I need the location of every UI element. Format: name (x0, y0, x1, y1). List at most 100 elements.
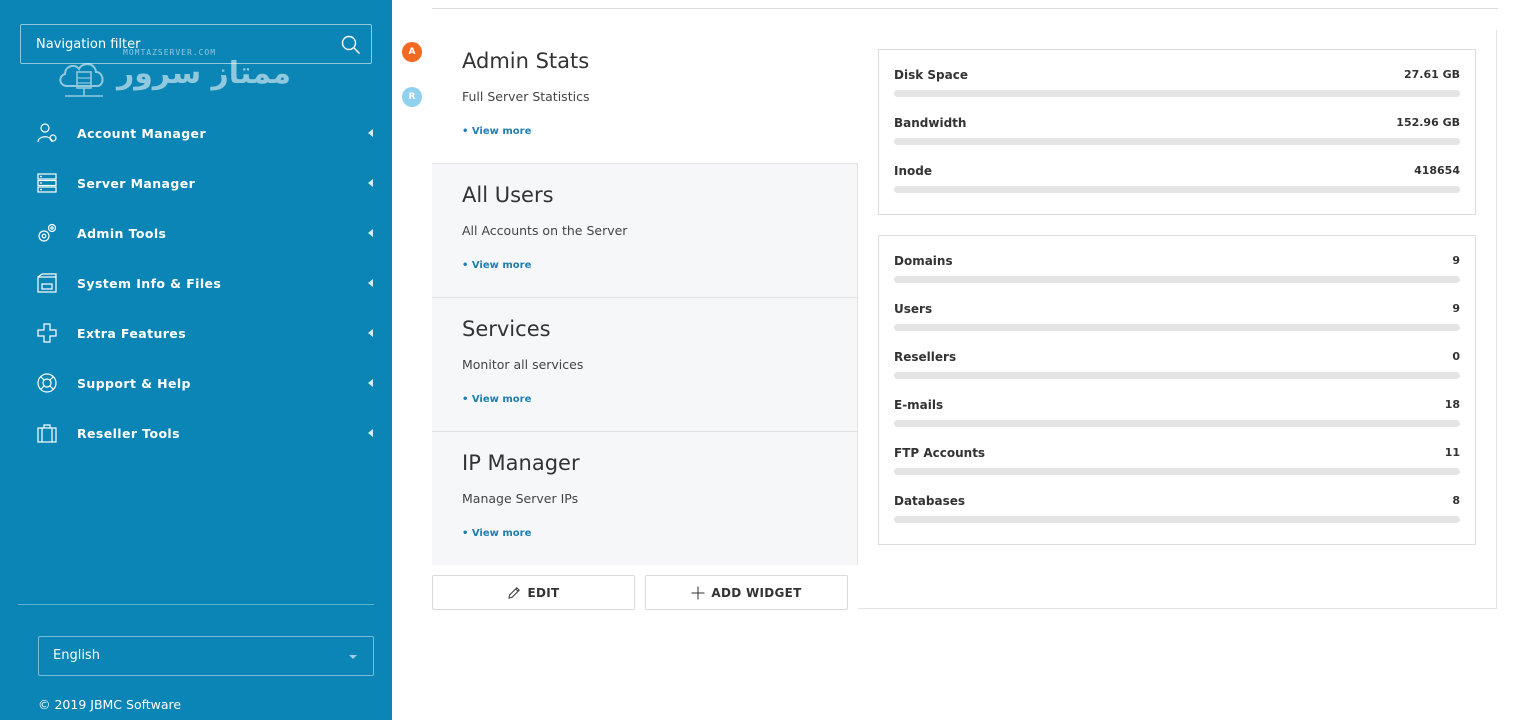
progress-bar (894, 516, 1460, 523)
plus-icon (37, 323, 57, 343)
caret-left-icon (368, 229, 373, 237)
stat-value-resellers: 0 (1452, 350, 1460, 363)
tab-all-users[interactable]: All Users All Accounts on the Server • V… (432, 164, 858, 298)
progress-bar (894, 90, 1460, 97)
sidebar-item-reseller-tools[interactable]: Reseller Tools (0, 408, 392, 458)
stat-value-disk-space: 27.61 GB (1403, 68, 1460, 81)
widget-tabs: Admin Stats Full Server Statistics • Vie… (432, 30, 858, 566)
tab-admin-stats[interactable]: Admin Stats Full Server Statistics • Vie… (432, 30, 858, 164)
stat-row: Bandwidth 152.96 GB (879, 98, 1475, 146)
sidebar-nav: Account Manager Server Manager Admin Too… (0, 108, 392, 458)
lifebuoy-icon (37, 373, 57, 393)
badge-admin[interactable]: A (402, 42, 422, 62)
progress-bar (894, 186, 1460, 193)
edit-button[interactable]: EDIT (432, 575, 635, 610)
caret-left-icon (368, 329, 373, 337)
sidebar-divider (18, 604, 374, 605)
stat-label-resellers: Resellers (894, 350, 957, 364)
progress-bar (894, 138, 1460, 145)
sidebar-item-system-info-files[interactable]: System Info & Files (0, 258, 392, 308)
view-more-link[interactable]: • View more (462, 126, 531, 137)
sidebar-item-label: Support & Help (77, 375, 191, 391)
caret-left-icon (368, 279, 373, 287)
sidebar-item-label: Extra Features (77, 325, 187, 341)
stat-value-e-mails: 18 (1444, 398, 1460, 411)
stat-value-domains: 9 (1452, 254, 1460, 267)
view-more-link[interactable]: • View more (462, 260, 531, 271)
tab-services[interactable]: Services Monitor all services • View mor… (432, 298, 858, 432)
stat-row: Resellers 0 (879, 332, 1475, 380)
progress-bar (894, 468, 1460, 475)
sidebar-item-label: System Info & Files (77, 275, 222, 291)
stat-value-inode: 418654 (1414, 164, 1460, 177)
edit-button-label: EDIT (527, 585, 560, 600)
sidebar-item-support-help[interactable]: Support & Help (0, 358, 392, 408)
stat-value-ftp-accounts: 11 (1444, 446, 1460, 459)
copyright: © 2019 JBMC Software (38, 697, 182, 712)
sidebar-item-label: Reseller Tools (77, 425, 180, 441)
sidebar-item-server-manager[interactable]: Server Manager (0, 158, 392, 208)
tab-description: All Accounts on the Server (462, 223, 628, 238)
progress-bar (894, 420, 1460, 427)
search-icon[interactable] (341, 35, 361, 55)
tab-title: IP Manager (462, 451, 580, 475)
tab-title: Services (462, 317, 551, 341)
stat-value-bandwidth: 152.96 GB (1396, 116, 1460, 129)
stat-label-disk-space: Disk Space (894, 68, 968, 82)
stat-label-domains: Domains (894, 254, 953, 268)
progress-bar (894, 276, 1460, 283)
stat-row: Domains 9 (879, 236, 1475, 284)
caret-left-icon (368, 179, 373, 187)
caret-left-icon (368, 129, 373, 137)
stat-label-inode: Inode (894, 164, 932, 178)
badge-reseller[interactable]: R (402, 87, 422, 107)
pencil-icon (508, 586, 521, 599)
stat-value-databases: 8 (1452, 494, 1460, 507)
add-widget-button-label: ADD WIDGET (711, 585, 802, 600)
brand-logo: MOMTAZSERVER.COM ممتاز سرور (55, 46, 305, 102)
stat-label-users: Users (894, 302, 933, 316)
add-widget-button[interactable]: ADD WIDGET (645, 575, 848, 610)
stat-label-e-mails: E-mails (894, 398, 944, 412)
account-counts-box: Domains 9 Users 9 Resellers 0 E-mails 18 FTP Acc… (878, 235, 1476, 545)
resource-usage-box: Disk Space 27.61 GB Bandwidth 152.96 GB Inod… (878, 49, 1476, 215)
progress-bar (894, 372, 1460, 379)
view-more-link[interactable]: • View more (462, 528, 531, 539)
sidebar: MOMTAZSERVER.COM ممتاز سرور Account Mana… (0, 0, 392, 720)
sidebar-item-admin-tools[interactable]: Admin Tools (0, 208, 392, 258)
stat-value-users: 9 (1452, 302, 1460, 315)
cloud-server-logo-icon (59, 63, 104, 97)
tab-ip-manager[interactable]: IP Manager Manage Server IPs • View more (432, 432, 858, 566)
tab-description: Monitor all services (462, 357, 584, 372)
caret-left-icon (368, 379, 373, 387)
users-gear-icon (37, 123, 57, 143)
sidebar-item-label: Admin Tools (77, 225, 167, 241)
stat-label-ftp-accounts: FTP Accounts (894, 446, 986, 460)
plus-icon (691, 586, 705, 599)
top-divider (432, 8, 1498, 9)
sidebar-item-label: Server Manager (77, 175, 196, 191)
stat-row: E-mails 18 (879, 380, 1475, 428)
tab-title: Admin Stats (462, 49, 590, 73)
gears-icon (38, 223, 57, 242)
tab-description: Manage Server IPs (462, 491, 579, 506)
files-icon (37, 273, 57, 293)
sidebar-item-extra-features[interactable]: Extra Features (0, 308, 392, 358)
sidebar-item-account-manager[interactable]: Account Manager (0, 108, 392, 158)
tab-title: All Users (462, 183, 554, 207)
progress-bar (894, 324, 1460, 331)
stat-row: Disk Space 27.61 GB (879, 50, 1475, 98)
chevron-down-icon (349, 655, 357, 659)
language-value: English (53, 648, 100, 663)
stat-row: Databases 8 (879, 476, 1475, 524)
stat-row: FTP Accounts 11 (879, 428, 1475, 476)
stat-label-bandwidth: Bandwidth (894, 116, 967, 130)
caret-left-icon (368, 429, 373, 437)
language-select[interactable]: English (38, 636, 374, 676)
server-icon (37, 173, 57, 193)
briefcase-icon (37, 424, 57, 443)
stat-label-databases: Databases (894, 494, 966, 508)
view-more-link[interactable]: • View more (462, 394, 531, 405)
tab-description: Full Server Statistics (462, 89, 590, 104)
stat-row: Inode 418654 (879, 146, 1475, 194)
